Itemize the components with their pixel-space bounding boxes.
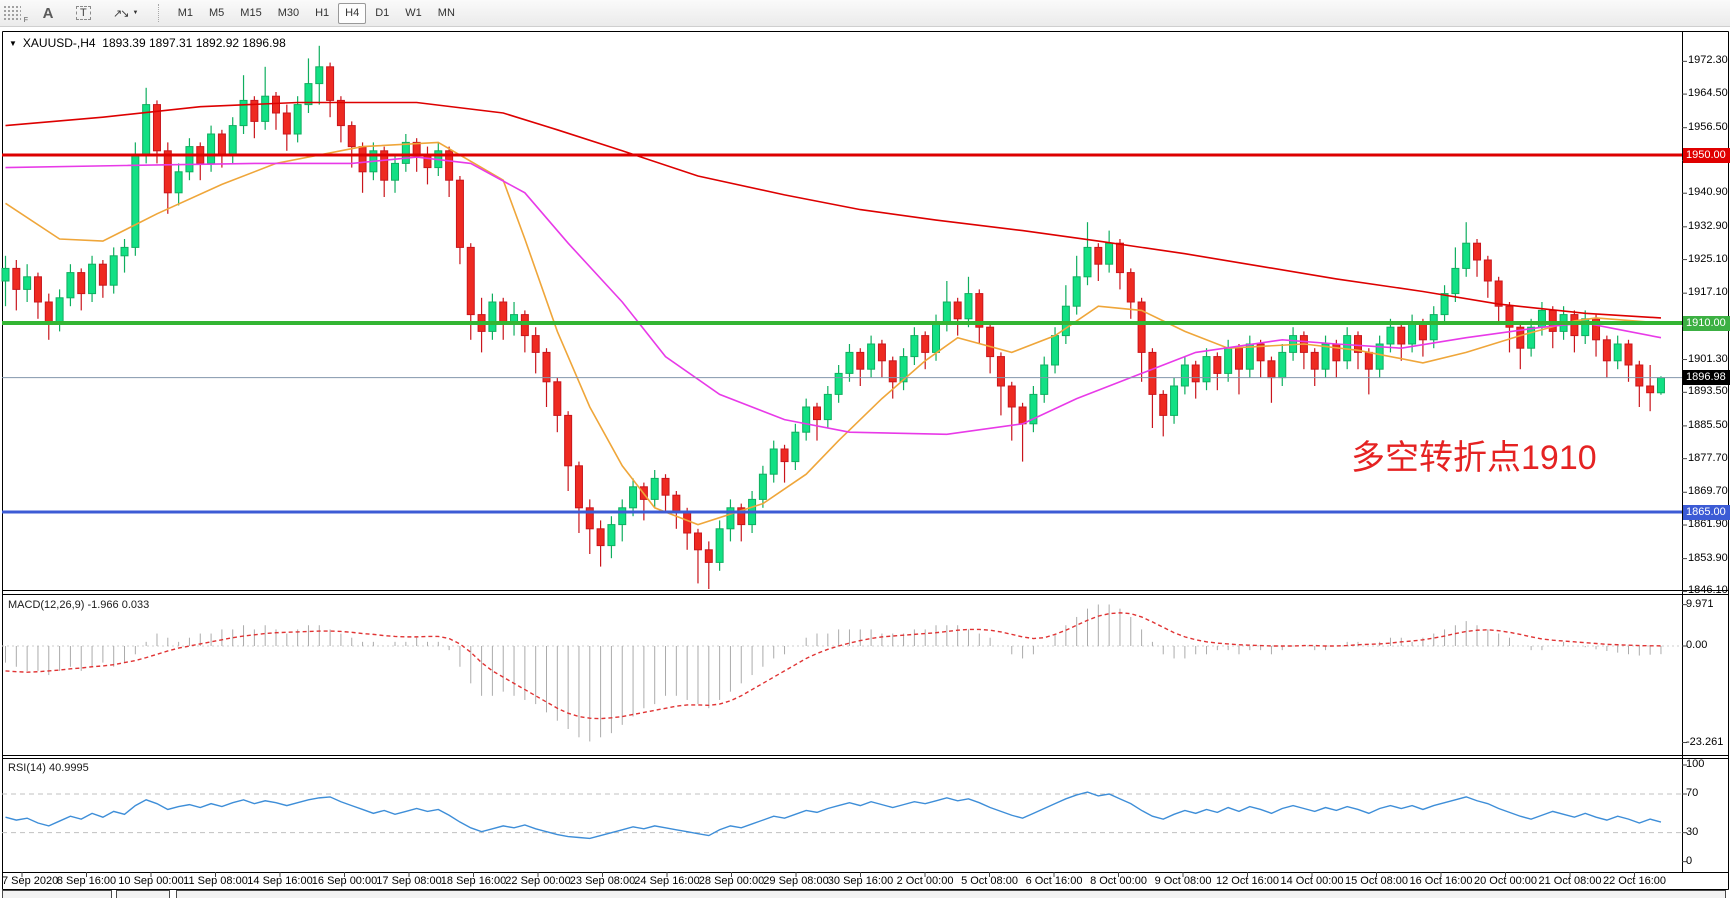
price-axis-label: 1917.10 — [1688, 286, 1728, 298]
time-axis-label: 14 Oct 00:00 — [1281, 875, 1344, 887]
price-badge: 1896.98 — [1683, 370, 1730, 385]
price-badge: 1910.00 — [1683, 316, 1730, 331]
price-axis-label: 1901.30 — [1688, 353, 1728, 365]
bottom-tab[interactable] — [2, 890, 112, 898]
price-badge: 1865.00 — [1683, 505, 1730, 520]
time-axis-label: 6 Oct 16:00 — [1026, 875, 1083, 887]
price-badge: 1950.00 — [1683, 148, 1730, 163]
price-axis-label: 1861.90 — [1688, 518, 1728, 530]
timeframe-button-m15[interactable]: M15 — [233, 3, 268, 24]
chart-title-text: XAUUSD-,H4 1893.39 1897.31 1892.92 1896.… — [23, 36, 286, 50]
textbox-icon: T — [76, 6, 91, 20]
timeframe-button-m5[interactable]: M5 — [202, 3, 231, 24]
time-axis-label: 11 Sep 08:00 — [183, 875, 248, 887]
time-axis-label: 10 Sep 00:00 — [118, 875, 183, 887]
bottom-tab[interactable] — [176, 890, 1726, 898]
chart-area[interactable]: ▼ XAUUSD-,H4 1893.39 1897.31 1892.92 1896… — [0, 0, 1730, 898]
toolbar-handle-label: F — [24, 17, 28, 24]
time-axis-label: 30 Sep 16:00 — [828, 875, 893, 887]
timeframe-button-m1[interactable]: M1 — [171, 3, 200, 24]
price-axis-label: 1885.50 — [1688, 419, 1728, 431]
time-axis-label: 16 Oct 16:00 — [1410, 875, 1473, 887]
price-axis-label: 1956.50 — [1688, 121, 1728, 133]
time-axis-label: 17 Sep 08:00 — [376, 875, 441, 887]
timeframe-button-mn[interactable]: MN — [431, 3, 462, 24]
rsi-axis-label: 100 — [1686, 758, 1704, 770]
timeframe-button-w1[interactable]: W1 — [398, 3, 429, 24]
time-axis-label: 5 Oct 08:00 — [961, 875, 1018, 887]
price-axis-label: 1846.10 — [1688, 584, 1728, 596]
toolbar-drag-handle-icon[interactable]: F — [3, 5, 21, 21]
macd-label: MACD(12,26,9) -1.966 0.033 — [8, 599, 149, 611]
toolbar: F A T ↗↘ ▼ M1M5M15M30H1H4D1W1MN — [0, 0, 1730, 27]
time-axis-label: 23 Sep 08:00 — [570, 875, 635, 887]
timeframe-button-d1[interactable]: D1 — [368, 3, 396, 24]
rsi-label: RSI(14) 40.9995 — [8, 762, 89, 774]
arrows-tool-button[interactable]: ↗↘ ▼ — [106, 2, 146, 24]
timeframe-button-m30[interactable]: M30 — [271, 3, 306, 24]
time-axis-label: 16 Sep 00:00 — [312, 875, 377, 887]
time-axis-label: 8 Sep 16:00 — [57, 875, 116, 887]
macd-axis-label: -23.261 — [1686, 736, 1723, 748]
price-axis-label: 1932.90 — [1688, 220, 1728, 232]
time-axis-label: 2 Oct 00:00 — [897, 875, 954, 887]
time-axis-label: 22 Sep 00:00 — [505, 875, 570, 887]
time-axis-label: 24 Sep 16:00 — [634, 875, 699, 887]
rsi-axis-label: 70 — [1686, 787, 1698, 799]
macd-axis-label: 0.00 — [1686, 639, 1707, 651]
toolbar-separator — [158, 4, 160, 22]
macd-axis-label: 9.971 — [1686, 598, 1714, 610]
time-axis-label: 14 Sep 16:00 — [247, 875, 312, 887]
text-label-tool-button[interactable]: A — [35, 2, 61, 24]
chart-title: ▼ XAUUSD-,H4 1893.39 1897.31 1892.92 1896… — [9, 36, 286, 50]
timeframe-bar: M1M5M15M30H1H4D1W1MN — [170, 3, 463, 24]
time-axis-label: 15 Oct 08:00 — [1345, 875, 1408, 887]
price-axis-label: 1869.70 — [1688, 485, 1728, 497]
time-axis-label: 22 Oct 16:00 — [1603, 875, 1666, 887]
mt4-window: F A T ↗↘ ▼ M1M5M15M30H1H4D1W1MN ▼ XAUUSD-… — [0, 0, 1730, 898]
rsi-axis-label: 30 — [1686, 826, 1698, 838]
dropdown-caret-icon: ▼ — [132, 10, 138, 16]
price-axis-label: 1877.70 — [1688, 452, 1728, 464]
price-axis-label: 1925.10 — [1688, 253, 1728, 265]
price-axis-label: 1893.50 — [1688, 385, 1728, 397]
time-axis-label: 12 Oct 16:00 — [1216, 875, 1279, 887]
time-axis-label: 20 Oct 00:00 — [1474, 875, 1537, 887]
price-axis-label: 1964.50 — [1688, 87, 1728, 99]
rsi-axis-label: 0 — [1686, 855, 1692, 867]
price-axis-label: 1853.90 — [1688, 552, 1728, 564]
price-axis-label: 1972.30 — [1688, 54, 1728, 66]
timeframe-button-h1[interactable]: H1 — [308, 3, 336, 24]
price-axis-label: 1940.90 — [1688, 186, 1728, 198]
time-axis-label: 28 Sep 00:00 — [699, 875, 764, 887]
textbox-tool-button[interactable]: T — [69, 2, 98, 24]
time-axis-label: 21 Oct 08:00 — [1539, 875, 1602, 887]
time-axis-label: 9 Oct 08:00 — [1155, 875, 1212, 887]
annotation-text: 多空转折点1910 — [1351, 430, 1597, 479]
arrows-icon: ↗↘ — [113, 7, 127, 20]
time-axis-label: 8 Oct 00:00 — [1090, 875, 1147, 887]
collapse-caret-icon[interactable]: ▼ — [9, 39, 17, 48]
time-axis-label: 7 Sep 2020 — [2, 875, 58, 887]
time-axis-label: 18 Sep 16:00 — [441, 875, 506, 887]
bottom-tab[interactable] — [116, 890, 170, 898]
timeframe-button-h4[interactable]: H4 — [338, 3, 366, 24]
time-axis-label: 29 Sep 08:00 — [763, 875, 828, 887]
